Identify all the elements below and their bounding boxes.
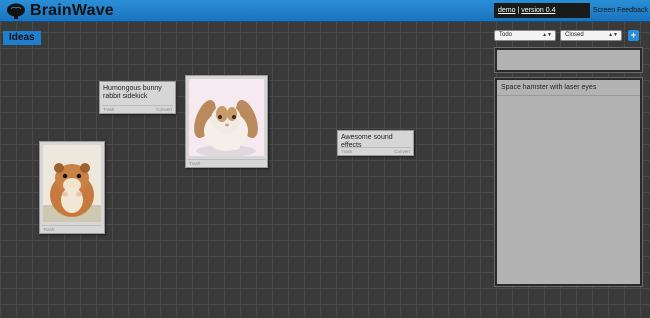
photo-card-footer: Trash: [42, 225, 102, 232]
photo-card-footer: Trash: [188, 159, 265, 166]
photo-card[interactable]: Trash: [185, 75, 268, 168]
idea-card-footer: Trash Convert: [340, 147, 411, 154]
brain-icon: [7, 3, 25, 19]
idea-card[interactable]: Awesome sound effects Trash Convert: [337, 130, 414, 156]
photo-card[interactable]: Trash: [39, 141, 105, 234]
idea-card[interactable]: Humongous bunny rabbit sidekick Trash Co…: [99, 81, 176, 114]
user-info: demo | version 0.4: [494, 3, 590, 18]
tab-ideas[interactable]: Ideas: [3, 31, 41, 45]
status-filter-select[interactable]: Todo ▲▼: [494, 30, 556, 41]
trash-button[interactable]: Trash: [43, 227, 54, 232]
state-filter-value: Closed: [565, 32, 584, 38]
new-item-input[interactable]: [494, 47, 643, 73]
state-filter-select[interactable]: Closed ▲▼: [560, 30, 622, 41]
convert-button[interactable]: Convert: [156, 107, 172, 112]
feedback-button[interactable]: Screen Feedback: [590, 3, 648, 18]
status-filter-value: Todo: [499, 32, 513, 38]
user-link[interactable]: demo: [498, 7, 516, 14]
item-list-panel: Space hamster with laser eyes: [494, 77, 643, 287]
chevron-updown-icon: ▲▼: [608, 32, 618, 38]
list-item[interactable]: Space hamster with laser eyes: [497, 80, 640, 96]
chevron-updown-icon: ▲▼: [542, 32, 552, 38]
bunny-image: [189, 79, 264, 156]
trash-button[interactable]: Trash: [189, 161, 200, 166]
hamster-photo: [43, 145, 101, 222]
bunny-photo: [189, 79, 264, 156]
version-link[interactable]: version 0.4: [521, 7, 555, 14]
hamster-image: [43, 145, 101, 222]
add-button[interactable]: +: [628, 30, 639, 41]
convert-button[interactable]: Convert: [394, 149, 410, 154]
idea-card-text: Humongous bunny rabbit sidekick: [103, 85, 162, 100]
idea-card-footer: Trash Convert: [102, 105, 173, 112]
app-logo[interactable]: BrainWave: [6, 1, 114, 21]
trash-button[interactable]: Trash: [341, 149, 352, 154]
top-bar: BrainWave demo | version 0.4 Screen Feed…: [0, 0, 650, 22]
trash-button[interactable]: Trash: [103, 107, 114, 112]
app-title: BrainWave: [30, 2, 114, 19]
